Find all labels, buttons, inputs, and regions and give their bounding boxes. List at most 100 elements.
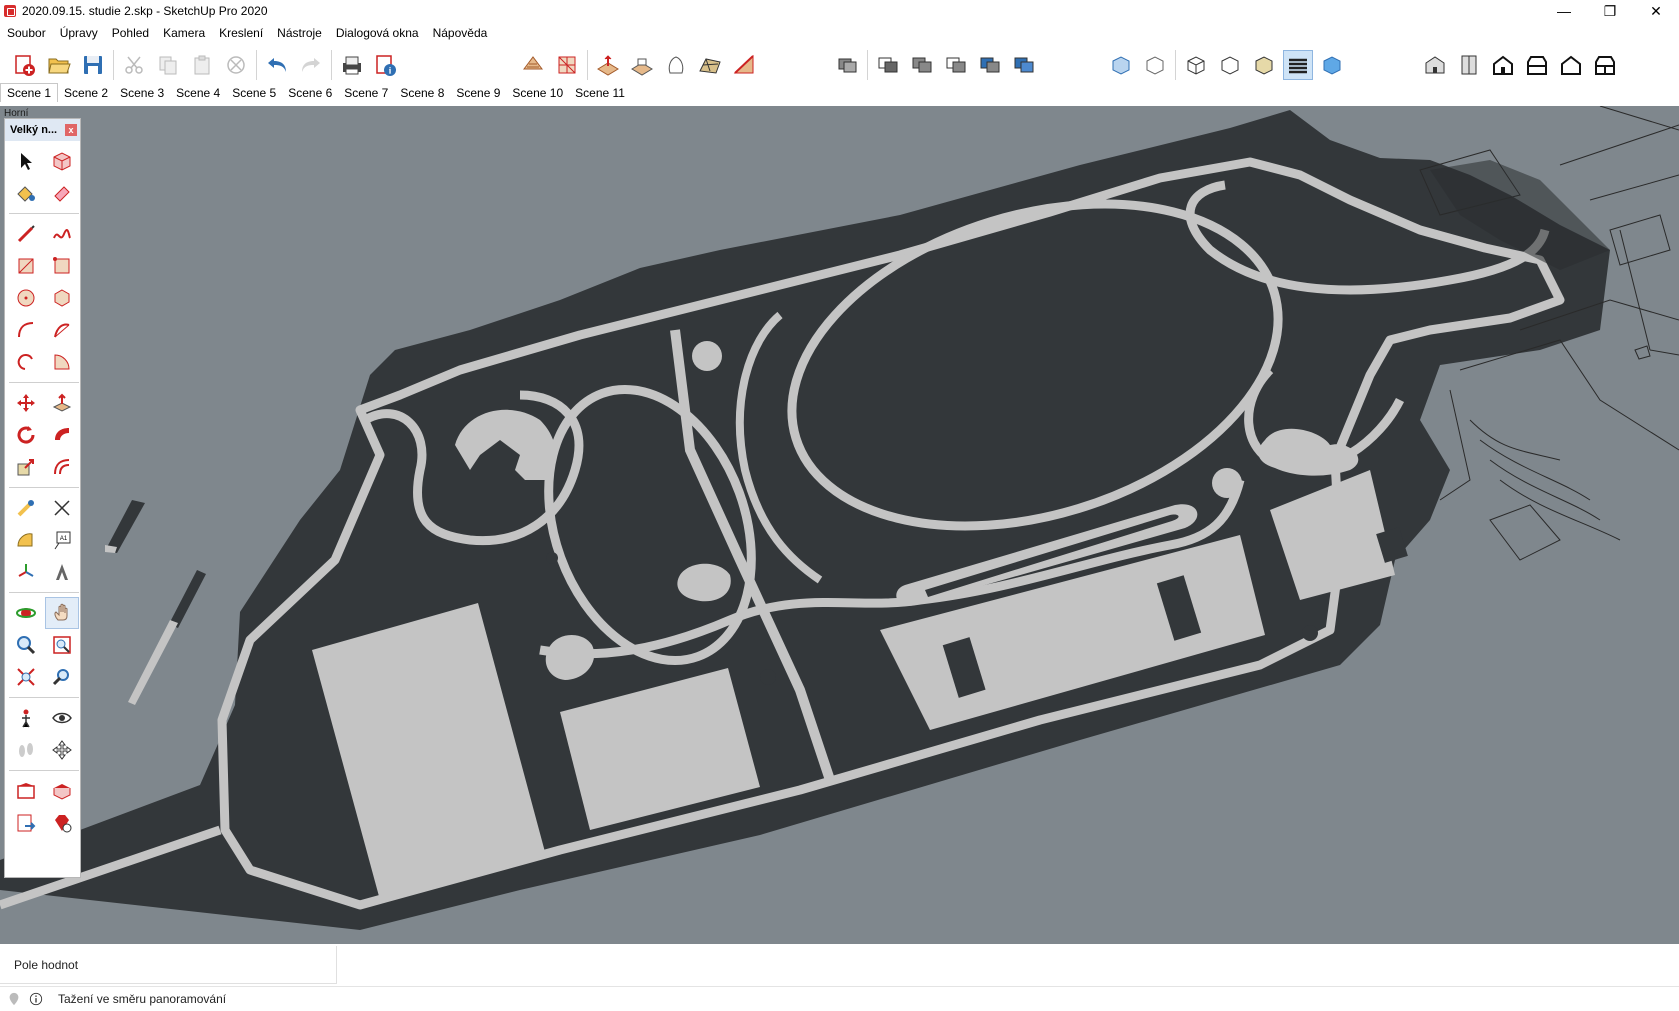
scene-tab-7[interactable]: Scene 7 xyxy=(338,84,394,102)
offset-icon[interactable] xyxy=(45,451,79,483)
menu-help[interactable]: Nápověda xyxy=(426,22,495,44)
back-edges-icon[interactable] xyxy=(1140,50,1170,80)
shaded-icon[interactable] xyxy=(1249,50,1279,80)
site-model-drawing[interactable] xyxy=(0,106,1679,944)
top-icon[interactable] xyxy=(1454,50,1484,80)
restore-button[interactable]: ❐ xyxy=(1587,0,1633,22)
eraser-icon[interactable] xyxy=(45,177,79,209)
geolocation-icon[interactable] xyxy=(6,991,22,1007)
three-point-arc-icon[interactable] xyxy=(9,346,43,378)
pie-icon[interactable] xyxy=(45,346,79,378)
menu-file[interactable]: Soubor xyxy=(0,22,53,44)
redo-icon[interactable] xyxy=(296,50,326,80)
smoove-icon[interactable] xyxy=(593,50,623,80)
flip-edge-icon[interactable] xyxy=(729,50,759,80)
scene-tab-2[interactable]: Scene 2 xyxy=(58,84,114,102)
scene-tab-9[interactable]: Scene 9 xyxy=(450,84,506,102)
cut-icon[interactable] xyxy=(119,50,149,80)
info-icon[interactable] xyxy=(28,991,44,1007)
model-info-icon[interactable]: i xyxy=(371,50,401,80)
scene-tab-8[interactable]: Scene 8 xyxy=(394,84,450,102)
menu-windows[interactable]: Dialogová okna xyxy=(329,22,426,44)
dimension-icon[interactable] xyxy=(45,492,79,524)
arc-icon[interactable] xyxy=(9,314,43,346)
position-camera-icon[interactable] xyxy=(9,702,43,734)
hidden-line-icon[interactable] xyxy=(1215,50,1245,80)
save-icon[interactable] xyxy=(78,50,108,80)
intersect-icon[interactable] xyxy=(873,50,903,80)
add-detail-icon[interactable] xyxy=(695,50,725,80)
orbit-icon[interactable] xyxy=(9,597,43,629)
line-tool-icon[interactable] xyxy=(9,218,43,250)
split-icon[interactable] xyxy=(1009,50,1039,80)
iso-icon[interactable] xyxy=(1420,50,1450,80)
shaded-textures-icon[interactable] xyxy=(1283,50,1313,80)
follow-me-icon[interactable] xyxy=(45,419,79,451)
3d-text-icon[interactable] xyxy=(45,556,79,588)
extension-manager-icon[interactable] xyxy=(45,807,79,839)
outer-shell-icon[interactable] xyxy=(832,50,862,80)
scene-tab-5[interactable]: Scene 5 xyxy=(226,84,282,102)
circle-icon[interactable] xyxy=(9,282,43,314)
rotated-rectangle-icon[interactable] xyxy=(45,250,79,282)
two-point-arc-icon[interactable] xyxy=(45,314,79,346)
scene-tab-4[interactable]: Scene 4 xyxy=(170,84,226,102)
3d-warehouse-icon[interactable] xyxy=(9,775,43,807)
previous-view-icon[interactable] xyxy=(45,661,79,693)
union-icon[interactable] xyxy=(907,50,937,80)
zoom-extents-icon[interactable] xyxy=(9,661,43,693)
tape-measure-icon[interactable] xyxy=(9,492,43,524)
monochrome-icon[interactable] xyxy=(1317,50,1347,80)
protractor-icon[interactable] xyxy=(9,524,43,556)
from-scratch-icon[interactable] xyxy=(552,50,582,80)
section-plane-icon[interactable] xyxy=(45,734,79,766)
push-pull-icon[interactable] xyxy=(45,387,79,419)
erase-icon[interactable] xyxy=(221,50,251,80)
scene-tab-10[interactable]: Scene 10 xyxy=(506,84,569,102)
scene-tab-3[interactable]: Scene 3 xyxy=(114,84,170,102)
scene-tab-1[interactable]: Scene 1 xyxy=(0,83,59,102)
minimize-button[interactable]: — xyxy=(1541,0,1587,22)
subtract-icon[interactable] xyxy=(941,50,971,80)
menu-draw[interactable]: Kreslení xyxy=(212,22,270,44)
text-tool-icon[interactable]: A1 xyxy=(45,524,79,556)
front-icon[interactable] xyxy=(1488,50,1518,80)
stamp-icon[interactable] xyxy=(627,50,657,80)
freehand-icon[interactable] xyxy=(45,218,79,250)
palette-close-button[interactable]: x xyxy=(65,124,77,136)
make-component-icon[interactable] xyxy=(45,145,79,177)
back-icon[interactable] xyxy=(1556,50,1586,80)
menu-camera[interactable]: Kamera xyxy=(156,22,212,44)
left-icon[interactable] xyxy=(1590,50,1620,80)
look-around-icon[interactable] xyxy=(45,702,79,734)
model-viewport[interactable]: Horní xyxy=(0,106,1679,944)
menu-edit[interactable]: Úpravy xyxy=(53,22,105,44)
wireframe-icon[interactable] xyxy=(1181,50,1211,80)
scene-tab-11[interactable]: Scene 11 xyxy=(569,84,631,102)
scene-tab-6[interactable]: Scene 6 xyxy=(282,84,338,102)
axes-icon[interactable] xyxy=(9,556,43,588)
rotate-icon[interactable] xyxy=(9,419,43,451)
zoom-icon[interactable] xyxy=(9,629,43,661)
send-to-layout-icon[interactable] xyxy=(9,807,43,839)
close-window-button[interactable]: ✕ xyxy=(1633,0,1679,22)
paste-icon[interactable] xyxy=(187,50,217,80)
menu-tools[interactable]: Nástroje xyxy=(270,22,329,44)
copy-icon[interactable] xyxy=(153,50,183,80)
rectangle-icon[interactable] xyxy=(9,250,43,282)
from-contours-icon[interactable] xyxy=(518,50,548,80)
pan-icon[interactable] xyxy=(45,597,79,629)
extension-warehouse-icon[interactable] xyxy=(45,775,79,807)
palette-header[interactable]: Velký n... x xyxy=(5,119,80,141)
zoom-window-icon[interactable] xyxy=(45,629,79,661)
scale-icon[interactable] xyxy=(9,451,43,483)
new-model-icon[interactable] xyxy=(10,50,40,80)
print-icon[interactable] xyxy=(337,50,367,80)
right-icon[interactable] xyxy=(1522,50,1552,80)
move-icon[interactable] xyxy=(9,387,43,419)
trim-icon[interactable] xyxy=(975,50,1005,80)
open-icon[interactable] xyxy=(44,50,74,80)
measurements-box[interactable]: Pole hodnot xyxy=(0,946,337,984)
undo-icon[interactable] xyxy=(262,50,292,80)
paint-bucket-icon[interactable] xyxy=(9,177,43,209)
